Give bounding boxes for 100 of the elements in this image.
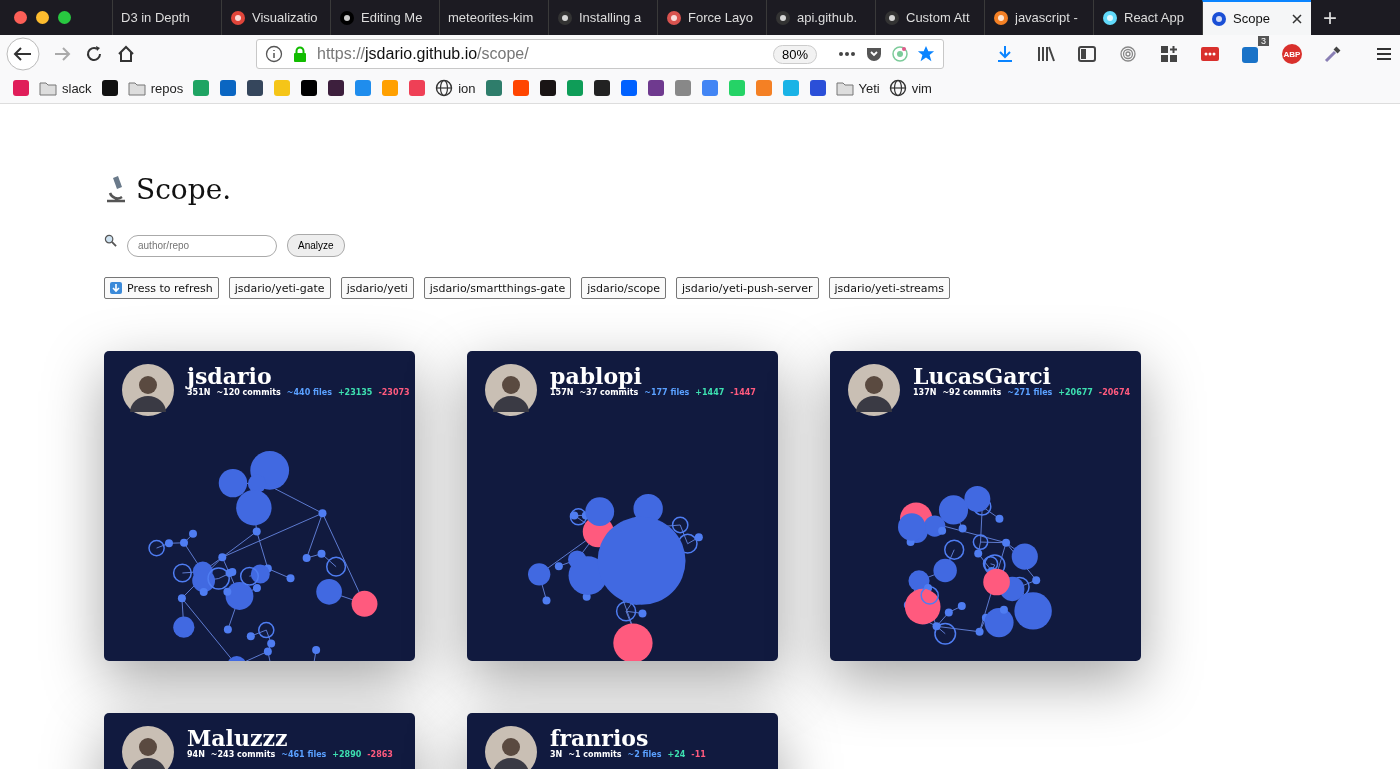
- fingerprint-icon[interactable]: [1118, 44, 1138, 64]
- commit-count: ~37 commits: [579, 388, 639, 397]
- bookmark-tile-icon[interactable]: [754, 79, 773, 97]
- bookmark-tile-icon[interactable]: [12, 79, 30, 97]
- address-bar[interactable]: https://jsdario.github.io/scope/ 80%: [256, 39, 944, 69]
- repo-button[interactable]: jsdario/yeti-streams: [828, 277, 950, 299]
- target-icon[interactable]: [891, 45, 909, 63]
- favicon-icon: [666, 9, 682, 26]
- deletions-count: -1447: [730, 388, 756, 397]
- bookmark-tile-icon[interactable]: [192, 79, 211, 97]
- bookmark-tile-icon[interactable]: [673, 79, 692, 97]
- file-count: ~271 files: [1007, 388, 1053, 397]
- back-button[interactable]: [6, 37, 40, 71]
- search-field[interactable]: author/repo: [127, 234, 277, 257]
- additions-count: +24: [667, 750, 686, 759]
- zoom-level-button[interactable]: 80%: [772, 44, 817, 64]
- bookmark-label[interactable]: repos: [150, 80, 184, 96]
- zoom-button[interactable]: [58, 11, 71, 24]
- node-count: 137N: [913, 388, 937, 397]
- bookmark-tile-icon[interactable]: [592, 79, 611, 97]
- bookmark-label[interactable]: ion: [458, 80, 476, 96]
- bookmark-label[interactable]: Yeti: [858, 80, 880, 96]
- bookmark-tile-icon[interactable]: [700, 79, 719, 97]
- bookmark-tile-icon[interactable]: [246, 79, 265, 97]
- eyedropper-icon[interactable]: [1323, 44, 1343, 64]
- file-count: ~440 files: [286, 388, 332, 397]
- file-count: ~2 files: [627, 750, 662, 759]
- avatar: [848, 364, 900, 416]
- avatar: [485, 364, 537, 416]
- deletions-count: -2863: [367, 750, 393, 759]
- bookmark-tile-icon[interactable]: [381, 79, 400, 97]
- commit-count: ~1 commits: [568, 750, 622, 759]
- repo-button[interactable]: jsdario/yeti-push-server: [675, 277, 819, 299]
- s-tile-icon[interactable]: [1241, 44, 1261, 64]
- browser-tab[interactable]: Scope: [1202, 0, 1311, 35]
- commit-count: ~92 commits: [942, 388, 1002, 397]
- adblock-button[interactable]: ABP: [1282, 44, 1302, 64]
- bookmark-tile-icon[interactable]: [100, 79, 119, 97]
- bookmark-tile-icon[interactable]: [619, 79, 638, 97]
- info-icon: [265, 45, 283, 63]
- avatar: [122, 726, 174, 769]
- sidebar-icon[interactable]: [1077, 44, 1097, 64]
- favicon-icon: [230, 9, 246, 26]
- bookmark-tile-icon[interactable]: [781, 79, 800, 97]
- new-tab-button[interactable]: +: [1311, 0, 1349, 35]
- username: Maluzzz: [187, 726, 288, 750]
- favicon-icon: [993, 9, 1009, 26]
- username: franrios: [550, 726, 649, 750]
- url-text: https://jsdario.github.io/scope/: [317, 45, 530, 63]
- close-icon[interactable]: [1291, 12, 1303, 25]
- favicon-icon: [884, 9, 900, 26]
- repo-button[interactable]: jsdario/scope: [581, 277, 666, 299]
- star-icon[interactable]: [917, 45, 935, 63]
- bookmark-label[interactable]: slack: [62, 80, 92, 96]
- avatar: [122, 364, 174, 416]
- bookmark-tile-icon[interactable]: [646, 79, 665, 97]
- dots-icon[interactable]: [1200, 44, 1220, 64]
- bookmark-tile-icon[interactable]: [538, 79, 557, 97]
- globe-icon[interactable]: [888, 79, 907, 97]
- favicon-icon: [1102, 9, 1118, 26]
- down-arrow-icon: [110, 282, 122, 294]
- bookmark-tile-icon[interactable]: [354, 79, 373, 97]
- bookmark-tile-icon[interactable]: [327, 79, 346, 97]
- pocket-icon[interactable]: [865, 45, 883, 63]
- bookmark-tile-icon[interactable]: [273, 79, 292, 97]
- deletions-count: -11: [691, 750, 706, 759]
- download-icon[interactable]: [995, 44, 1015, 64]
- bookmark-tile-icon[interactable]: [565, 79, 584, 97]
- home-button[interactable]: [116, 44, 136, 64]
- commit-count: ~120 commits: [216, 388, 281, 397]
- close-window-button[interactable]: [14, 11, 27, 24]
- bookmark-tile-icon[interactable]: [511, 79, 530, 97]
- repo-button[interactable]: jsdario/smartthings-gate: [423, 277, 572, 299]
- bookmark-tile-icon[interactable]: [484, 79, 503, 97]
- minimize-button[interactable]: [36, 11, 49, 24]
- library-icon[interactable]: [1036, 44, 1056, 64]
- bookmark-tile-icon[interactable]: [300, 79, 319, 97]
- search-icon: [104, 234, 117, 247]
- bookmark-tile-icon[interactable]: [408, 79, 427, 97]
- bookmark-label[interactable]: vim: [911, 80, 932, 96]
- grid-icon[interactable]: [1159, 44, 1179, 64]
- deletions-count: -20674: [1098, 388, 1130, 397]
- refresh-button[interactable]: Press to refresh: [104, 277, 219, 299]
- repo-button[interactable]: jsdario/yeti: [340, 277, 414, 299]
- repo-button[interactable]: jsdario/yeti-gate: [228, 277, 331, 299]
- node-count: 157N: [550, 388, 574, 397]
- globe-icon[interactable]: [435, 79, 454, 97]
- bookmark-tile-icon[interactable]: [219, 79, 238, 97]
- additions-count: +20677: [1058, 388, 1093, 397]
- analyze-button[interactable]: Analyze: [287, 234, 345, 257]
- microscope-icon: [104, 175, 128, 203]
- additions-count: +23135: [337, 388, 373, 397]
- reload-button[interactable]: [84, 44, 104, 64]
- bookmark-tile-icon[interactable]: [808, 79, 827, 97]
- file-count: ~461 files: [281, 750, 327, 759]
- more-icon[interactable]: [837, 49, 857, 59]
- favicon-icon: [339, 9, 355, 26]
- bookmark-tile-icon[interactable]: [727, 79, 746, 97]
- favicon-icon: [775, 9, 791, 26]
- node-count: 3N: [550, 750, 563, 759]
